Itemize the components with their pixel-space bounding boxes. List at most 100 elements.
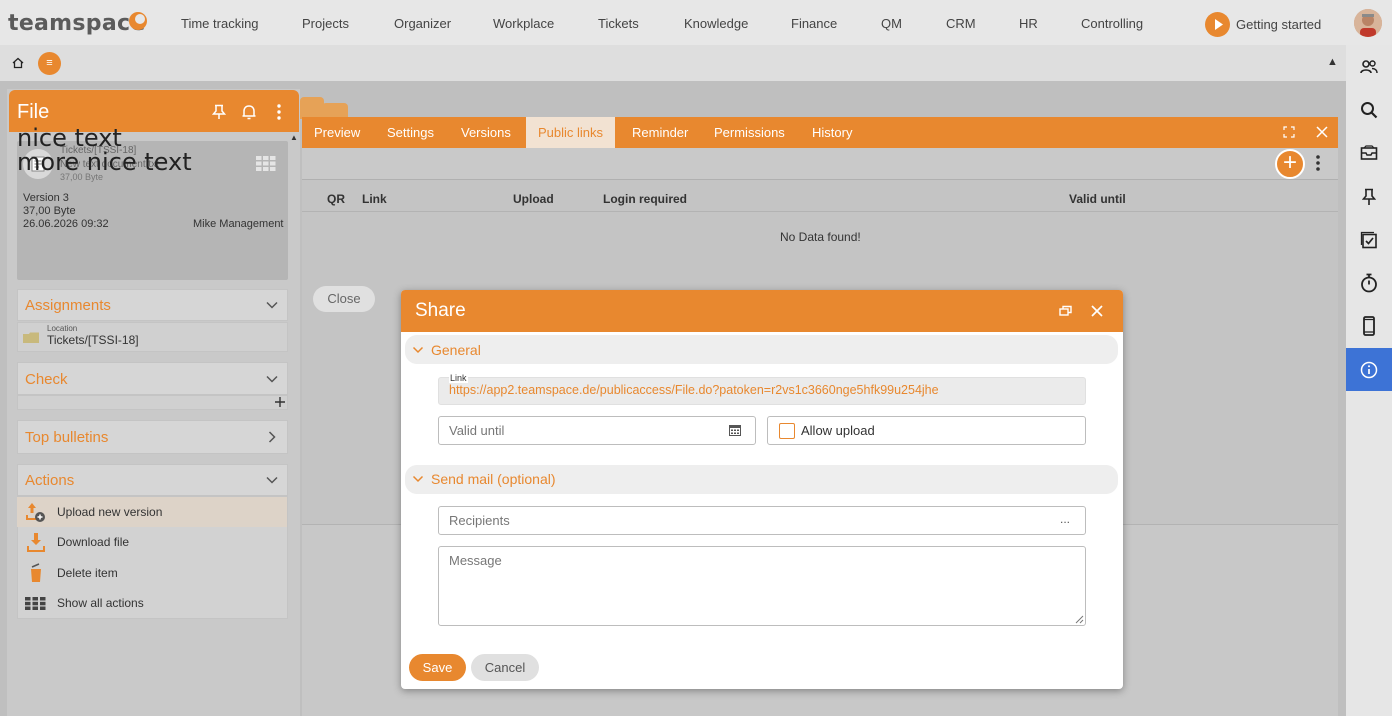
chevron-down-icon[interactable] bbox=[265, 298, 279, 312]
allow-upload-checkbox[interactable] bbox=[779, 423, 795, 439]
file-more-icon[interactable] bbox=[274, 103, 284, 121]
message-field[interactable] bbox=[438, 546, 1086, 626]
tab-preview[interactable]: Preview bbox=[302, 117, 372, 148]
overlay-text-line2: more nice text bbox=[17, 148, 192, 176]
general-section-label: General bbox=[431, 342, 481, 358]
column-header-login-required[interactable]: Login required bbox=[603, 192, 687, 206]
file-panel-title: File bbox=[17, 101, 50, 123]
checklist-icon[interactable] bbox=[1346, 218, 1392, 261]
user-avatar[interactable] bbox=[1354, 9, 1382, 37]
action-show-all-actions[interactable]: Show all actions bbox=[17, 588, 287, 618]
calendar-icon[interactable] bbox=[729, 424, 741, 436]
location-value[interactable]: Tickets/[TSSI-18] bbox=[47, 333, 139, 347]
column-header-link[interactable]: Link bbox=[362, 192, 387, 206]
recipients-picker-button[interactable]: ... bbox=[1060, 512, 1070, 526]
file-version: Version 3 bbox=[23, 192, 69, 204]
users-icon[interactable] bbox=[1346, 45, 1392, 88]
getting-started-label: Getting started bbox=[1236, 17, 1322, 32]
action-upload-new-version[interactable]: Upload new version bbox=[17, 497, 287, 527]
tab-settings[interactable]: Settings bbox=[375, 117, 446, 148]
link-field-label: Link bbox=[449, 373, 468, 383]
secondary-bar bbox=[0, 45, 1346, 81]
menu-button[interactable]: ≡ bbox=[38, 52, 61, 75]
link-value[interactable]: https://app2.teamspace.de/publicaccess/F… bbox=[449, 383, 939, 397]
recipients-field[interactable] bbox=[438, 506, 1086, 535]
close-panel-icon[interactable] bbox=[1316, 126, 1328, 138]
background-tab[interactable] bbox=[300, 97, 324, 119]
nav-finance[interactable]: Finance bbox=[791, 16, 837, 31]
check-body bbox=[17, 395, 288, 410]
header-divider bbox=[302, 211, 1338, 212]
more-options-icon[interactable] bbox=[1312, 153, 1324, 173]
pin-icon[interactable] bbox=[1346, 175, 1392, 218]
nav-time-tracking[interactable]: Time tracking bbox=[181, 16, 259, 31]
stopwatch-icon[interactable] bbox=[1346, 261, 1392, 304]
top-bulletins-title: Top bulletins bbox=[25, 429, 109, 446]
resize-handle-icon[interactable] bbox=[1075, 615, 1084, 624]
grid-view-icon[interactable] bbox=[256, 156, 276, 171]
restore-window-icon[interactable] bbox=[1059, 305, 1072, 317]
chevron-down-icon[interactable] bbox=[265, 473, 279, 487]
getting-started-button[interactable]: Getting started bbox=[1204, 11, 1334, 37]
nav-controlling[interactable]: Controlling bbox=[1081, 16, 1143, 31]
recipients-placeholder: Recipients bbox=[449, 513, 510, 528]
play-icon bbox=[1205, 12, 1230, 37]
tab-history[interactable]: History bbox=[800, 117, 864, 148]
close-button[interactable]: Close bbox=[313, 286, 375, 312]
maximize-icon[interactable] bbox=[1283, 126, 1295, 138]
pin-icon[interactable] bbox=[212, 104, 226, 120]
nav-workplace[interactable]: Workplace bbox=[493, 16, 554, 31]
close-dialog-icon[interactable] bbox=[1091, 305, 1103, 317]
tab-reminder[interactable]: Reminder bbox=[620, 117, 700, 148]
column-header-qr[interactable]: QR bbox=[327, 192, 345, 206]
actions-title: Actions bbox=[25, 472, 75, 489]
grid-icon bbox=[25, 597, 46, 610]
nav-qm[interactable]: QM bbox=[881, 16, 902, 31]
add-check-icon[interactable] bbox=[274, 396, 286, 408]
home-icon[interactable] bbox=[12, 57, 24, 69]
download-icon bbox=[26, 531, 46, 553]
nav-organizer[interactable]: Organizer bbox=[394, 16, 451, 31]
nav-hr[interactable]: HR bbox=[1019, 16, 1038, 31]
folder-icon bbox=[23, 332, 39, 343]
tab-public-links[interactable]: Public links bbox=[526, 117, 616, 148]
collapse-up-icon[interactable]: ▲ bbox=[1327, 56, 1338, 68]
file-date: 26.06.2026 09:32 bbox=[23, 218, 109, 230]
save-button[interactable]: Save bbox=[409, 654, 466, 681]
chevron-right-icon[interactable] bbox=[265, 430, 279, 444]
search-icon[interactable] bbox=[1346, 88, 1392, 131]
delete-icon bbox=[27, 562, 45, 584]
inbox-icon[interactable] bbox=[1346, 131, 1392, 174]
panel-toolbar bbox=[302, 148, 1338, 180]
chevron-down-icon[interactable] bbox=[412, 473, 424, 485]
location-label: Location bbox=[47, 324, 78, 333]
scroll-up-icon[interactable]: ▲ bbox=[290, 133, 298, 142]
mobile-icon[interactable] bbox=[1346, 304, 1392, 347]
file-size: 37,00 Byte bbox=[23, 205, 76, 217]
message-placeholder: Message bbox=[449, 553, 502, 568]
action-delete-item[interactable]: Delete item bbox=[17, 558, 287, 588]
chevron-down-icon[interactable] bbox=[412, 344, 424, 356]
nav-knowledge[interactable]: Knowledge bbox=[684, 16, 748, 31]
chevron-down-icon[interactable] bbox=[265, 372, 279, 386]
info-icon[interactable] bbox=[1346, 348, 1392, 391]
send-mail-section-label: Send mail (optional) bbox=[431, 471, 556, 487]
action-download-file[interactable]: Download file bbox=[17, 527, 287, 557]
action-label: Download file bbox=[57, 535, 130, 549]
bell-icon[interactable] bbox=[241, 104, 257, 120]
general-section-header[interactable] bbox=[405, 335, 1118, 364]
tab-permissions[interactable]: Permissions bbox=[702, 117, 797, 148]
nav-crm[interactable]: CRM bbox=[946, 16, 976, 31]
tab-versions[interactable]: Versions bbox=[449, 117, 523, 148]
add-link-button[interactable]: + bbox=[1275, 149, 1305, 179]
allow-upload-label[interactable]: Allow upload bbox=[801, 423, 875, 438]
file-author: Mike Management bbox=[193, 218, 284, 230]
column-header-upload[interactable]: Upload bbox=[513, 192, 554, 206]
column-header-valid-until[interactable]: Valid until bbox=[1069, 192, 1126, 206]
cancel-button[interactable]: Cancel bbox=[471, 654, 539, 681]
upload-icon bbox=[25, 501, 47, 523]
nav-projects[interactable]: Projects bbox=[302, 16, 349, 31]
nav-tickets[interactable]: Tickets bbox=[598, 16, 639, 31]
action-label: Show all actions bbox=[57, 596, 144, 610]
valid-until-placeholder: Valid until bbox=[449, 423, 505, 438]
